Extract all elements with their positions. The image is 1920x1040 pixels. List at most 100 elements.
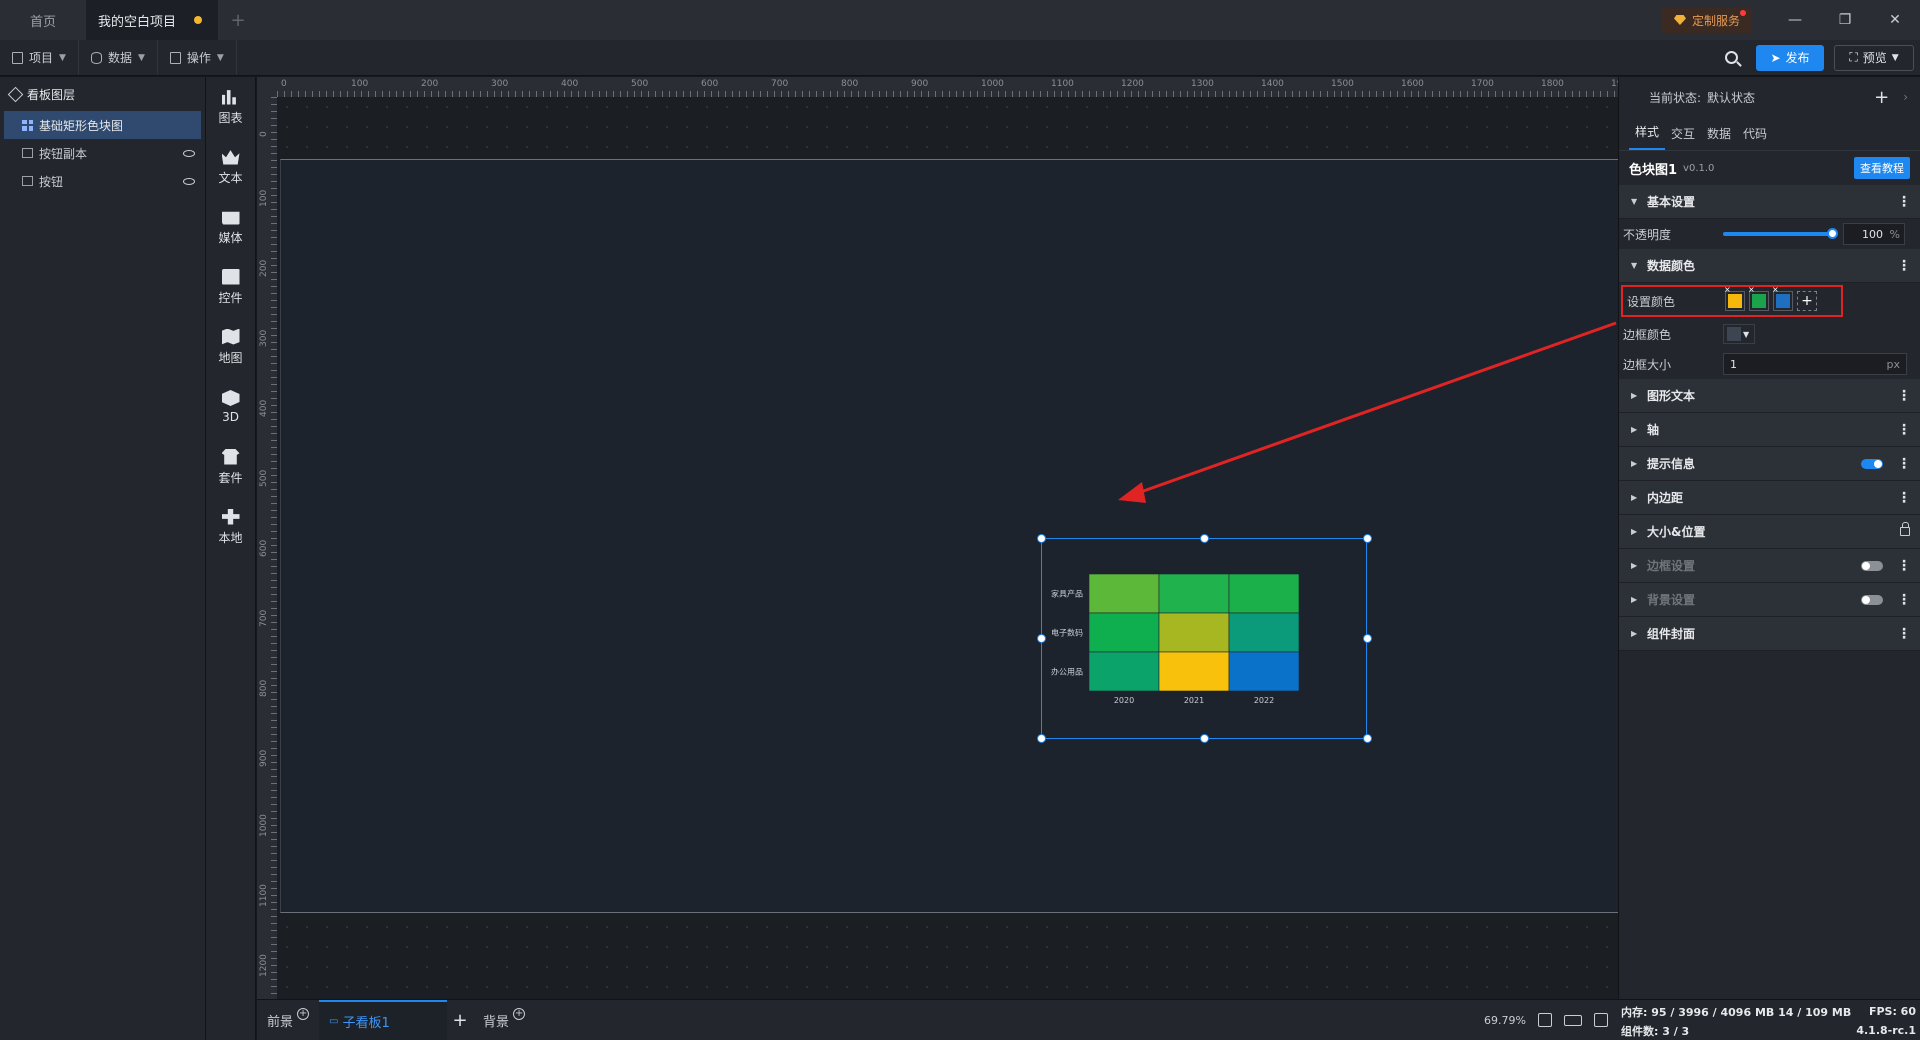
horizontal-ruler[interactable]: 0 100 200 300 400 500 600 700 800 900 1000 1100 1200… (277, 77, 1618, 97)
section-cover[interactable]: ▶ 组件封面 ⋮ (1619, 617, 1920, 651)
resize-handle[interactable] (1363, 634, 1372, 643)
add-tab-label: + (230, 9, 246, 31)
section-size-position[interactable]: ▶ 大小&位置 (1619, 515, 1920, 549)
section-tooltip[interactable]: ▶ 提示信息 ⋮ (1619, 447, 1920, 481)
resize-handle[interactable] (1037, 734, 1046, 743)
component-chart[interactable]: 图表 (206, 77, 255, 137)
section-data-color[interactable]: ▼ 数据颜色 ⋮ (1619, 249, 1920, 283)
eye-hidden-icon[interactable] (183, 177, 195, 185)
search-button[interactable] (1716, 44, 1746, 72)
layer-item-button-copy[interactable]: 按钮副本 (0, 139, 205, 167)
border-color-picker[interactable]: ▼ (1723, 324, 1755, 344)
more-vertical-icon[interactable]: ⋮ (1897, 456, 1911, 472)
zoom-level[interactable]: 69.79% (1484, 1014, 1526, 1027)
component-label: 3D (222, 410, 239, 424)
close-button[interactable]: ✕ (1870, 0, 1920, 40)
section-padding[interactable]: ▶ 内边距 ⋮ (1619, 481, 1920, 515)
remove-color-icon[interactable]: × (1772, 285, 1779, 294)
menu-data[interactable]: 数据 ▼ (79, 40, 158, 75)
section-border-settings[interactable]: ▶ 边框设置 ⋮ (1619, 549, 1920, 583)
tab-project[interactable]: 我的空白项目 (86, 0, 218, 40)
opacity-label: 不透明度 (1623, 227, 1672, 242)
state-value[interactable]: 默认状态 (1707, 89, 1755, 106)
add-circle-icon[interactable]: + (297, 1008, 310, 1020)
preview-button[interactable]: ⛶ 预览 ▼ (1834, 44, 1914, 71)
keyboard-icon[interactable] (1564, 1014, 1582, 1026)
opacity-slider[interactable] (1723, 228, 1838, 239)
media-icon (221, 211, 240, 225)
more-vertical-icon[interactable]: ⋮ (1897, 388, 1911, 404)
tab-background[interactable]: 背景 + (473, 1000, 535, 1040)
resize-handle[interactable] (1363, 734, 1372, 743)
resize-handle[interactable] (1200, 534, 1209, 543)
more-vertical-icon[interactable]: ⋮ (1897, 194, 1911, 210)
more-vertical-icon[interactable]: ⋮ (1897, 592, 1911, 608)
tutorial-button[interactable]: 查看教程 (1854, 157, 1910, 179)
lock-icon[interactable] (1900, 522, 1910, 536)
remove-color-icon[interactable]: × (1724, 285, 1731, 294)
component-kit[interactable]: 套件 (206, 437, 255, 497)
tab-style[interactable]: 样式 (1629, 123, 1666, 150)
restore-button[interactable]: ❐ (1820, 0, 1870, 40)
eye-hidden-icon[interactable] (183, 149, 195, 157)
tab-foreground[interactable]: 前景 + (257, 1000, 319, 1040)
resize-handle[interactable] (1363, 534, 1372, 543)
color-swatch[interactable]: × (1724, 285, 1745, 311)
add-board-button[interactable]: + (447, 1010, 473, 1031)
border-size-input[interactable]: 1 px (1723, 353, 1907, 375)
dashboard-board[interactable] (280, 159, 1618, 913)
publish-button[interactable]: ➤ 发布 (1756, 44, 1824, 71)
selection-box[interactable] (1041, 538, 1367, 739)
slider-knob[interactable] (1827, 228, 1838, 239)
add-tab-button[interactable]: + (218, 0, 258, 40)
section-shape-text[interactable]: ▶ 图形文本 ⋮ (1619, 379, 1920, 413)
resize-handle[interactable] (1037, 534, 1046, 543)
tab-sub-board[interactable]: ▭ 子看板1 (319, 1000, 448, 1040)
component-media[interactable]: 媒体 (206, 197, 255, 257)
add-state-icon[interactable]: + (1874, 87, 1889, 108)
layer-item-button[interactable]: 按钮 (0, 167, 205, 195)
background-toggle[interactable] (1861, 594, 1883, 605)
component-control[interactable]: 控件 (206, 257, 255, 317)
chevron-down-icon: ▼ (137, 52, 145, 63)
tab-code[interactable]: 代码 (1737, 125, 1773, 150)
menu-project[interactable]: 项目 ▼ (0, 40, 79, 75)
component-local[interactable]: 本地 (206, 497, 255, 557)
remove-color-icon[interactable]: × (1748, 285, 1755, 294)
opacity-input[interactable]: 100 % (1843, 223, 1905, 245)
vertical-ruler[interactable]: 0 100 200 300 400 500 600 700 800 900 1000 1100 1200 (257, 97, 277, 999)
caret-right-icon: ▶ (1631, 493, 1638, 502)
main-toolbar: 项目 ▼ 数据 ▼ 操作 ▼ ➤ 发布 ⛶ 预览 ▼ (0, 40, 1920, 76)
terminal-icon[interactable] (1594, 1013, 1608, 1027)
more-vertical-icon[interactable]: ⋮ (1897, 558, 1911, 574)
section-axis[interactable]: ▶ 轴 ⋮ (1619, 413, 1920, 447)
chevron-right-icon[interactable]: › (1903, 90, 1908, 104)
minimize-button[interactable]: — (1770, 0, 1820, 40)
component-map[interactable]: 地图 (206, 317, 255, 377)
custom-service-button[interactable]: 定制服务 (1661, 7, 1752, 33)
ruler-tick-label: 600 (701, 79, 719, 89)
tooltip-toggle[interactable] (1861, 458, 1883, 469)
add-circle-icon[interactable]: + (513, 1008, 526, 1020)
more-vertical-icon[interactable]: ⋮ (1897, 422, 1911, 438)
color-swatch[interactable]: × (1748, 285, 1769, 311)
layer-item-heatmap[interactable]: 基础矩形色块图 (4, 111, 201, 139)
add-color-button[interactable]: + (1797, 291, 1817, 311)
tab-interaction[interactable]: 交互 (1665, 125, 1701, 150)
canvas-area[interactable]: 0 100 200 300 400 500 600 700 800 900 1000 1100 1200… (257, 77, 1618, 999)
tab-data[interactable]: 数据 (1701, 125, 1737, 150)
tab-home[interactable]: 首页 (0, 0, 86, 40)
component-text[interactable]: 文本 (206, 137, 255, 197)
resize-handle[interactable] (1037, 634, 1046, 643)
menu-operations[interactable]: 操作 ▼ (158, 40, 237, 75)
section-basic[interactable]: ▼ 基本设置 ⋮ (1619, 185, 1920, 219)
border-toggle[interactable] (1861, 560, 1883, 571)
more-vertical-icon[interactable]: ⋮ (1897, 258, 1911, 274)
fit-screen-icon[interactable] (1538, 1013, 1552, 1027)
section-background-settings[interactable]: ▶ 背景设置 ⋮ (1619, 583, 1920, 617)
color-swatch[interactable]: × (1772, 285, 1793, 311)
component-3d[interactable]: 3D (206, 377, 255, 437)
resize-handle[interactable] (1200, 734, 1209, 743)
more-vertical-icon[interactable]: ⋮ (1897, 626, 1911, 642)
more-vertical-icon[interactable]: ⋮ (1897, 490, 1911, 506)
